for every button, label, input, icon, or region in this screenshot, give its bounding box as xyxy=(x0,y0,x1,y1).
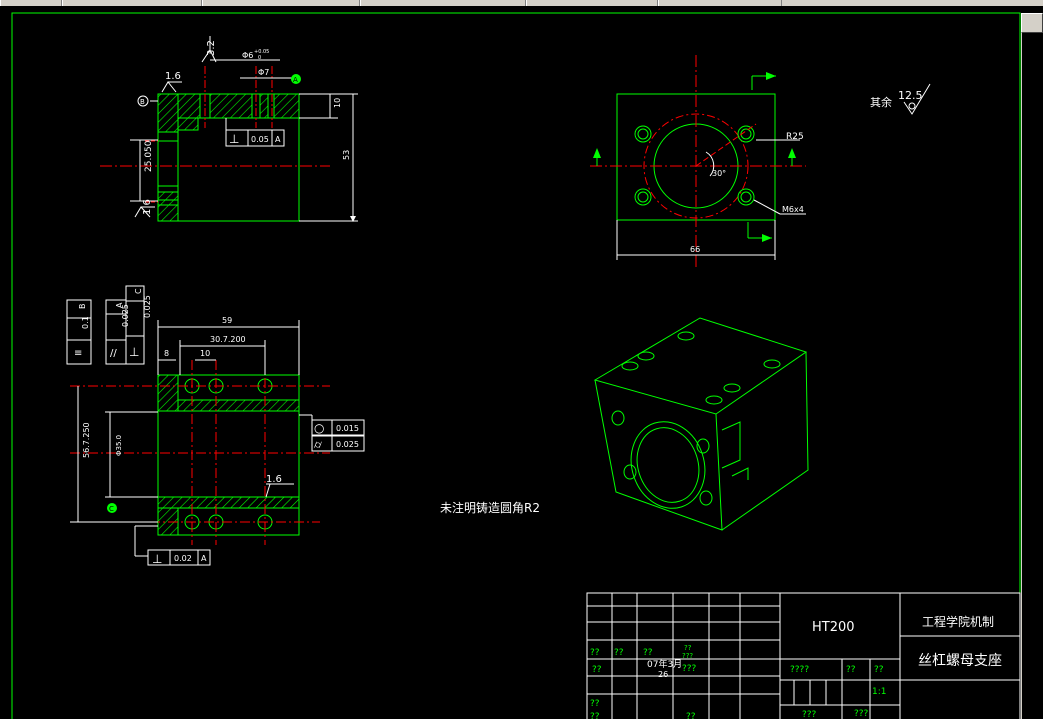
fcf-value: 0.015 xyxy=(336,424,359,433)
front-view: R25 30° M6x4 66 xyxy=(590,55,806,270)
fcf-symbol: ⊥ xyxy=(229,132,239,146)
dim-56-label: 56.7.250 xyxy=(82,422,91,458)
dim-10-label: 10 xyxy=(333,98,342,108)
top-section-view: 1.6 3.2 Φ6 +0.05 0 Φ7 A B 10 53 25.050 1… xyxy=(100,36,358,222)
fcf-symbol: ○ xyxy=(314,421,324,435)
roughness-label: 1.6 xyxy=(266,474,282,485)
roughness-note: 其余 12.5 xyxy=(870,83,931,115)
placeholder-cell: ??? xyxy=(802,710,817,719)
bolt-hole xyxy=(737,125,755,143)
placeholder-cell: ???? xyxy=(790,665,809,675)
placeholder-cell: ?? xyxy=(590,712,600,719)
placeholder-cell: ?? xyxy=(643,648,653,658)
fcf-symbol: ⊥ xyxy=(152,552,162,566)
fcf-value: 0.025 xyxy=(336,440,359,449)
fcf-symbol: ⊥ xyxy=(129,345,139,359)
scroll-track[interactable] xyxy=(1021,33,1043,719)
fcf-datum: A xyxy=(115,302,124,308)
fcf-value: 0.025 xyxy=(143,295,152,318)
roughness-label: 3.2 xyxy=(206,40,217,56)
datum-c-label: C xyxy=(109,505,114,513)
date-label: 07年3月 xyxy=(647,658,682,670)
dim-53-label: 53 xyxy=(342,150,351,160)
dim-phi-label: Φ35.0 xyxy=(115,435,123,456)
dim-30-label: 30.7.200 xyxy=(210,335,246,344)
material-label: HT200 xyxy=(812,620,855,635)
fcf-value: 0.05 xyxy=(251,135,269,144)
fcf-symbol: ≡ xyxy=(74,348,82,359)
placeholder-cell: ?? xyxy=(846,665,856,675)
fcf-datum: B xyxy=(78,304,87,310)
roughness-label: 1.6 xyxy=(142,199,153,215)
fcf-value: 0.02 xyxy=(174,554,192,563)
placeholder-cell: ?? xyxy=(592,665,602,675)
dim-8-label: 8 xyxy=(164,349,169,358)
dim-59-label: 59 xyxy=(222,316,232,325)
placeholder-cell: ?? xyxy=(686,712,696,719)
scale-label: 1:1 xyxy=(872,687,886,697)
dim-25-label: 25.050 xyxy=(144,140,154,172)
fcf-symmetry: ≡ 0.1 B xyxy=(66,299,92,365)
bolt-hole xyxy=(634,125,652,143)
fcf-value: 0.1 xyxy=(81,316,90,329)
placeholder-cell: ?? xyxy=(614,648,624,658)
dim-10-label: 10 xyxy=(200,349,210,358)
roughness-value: 12.5 xyxy=(898,89,923,102)
day-label: 26 xyxy=(658,670,668,679)
other-surfaces-label: 其余 xyxy=(870,95,892,109)
fcf-circularity: ○ 0.015 ⌭ 0.025 xyxy=(311,419,365,452)
placeholder-cell: ?? xyxy=(590,699,600,709)
fillet-note: 未注明铸造圆角R2 xyxy=(440,500,540,515)
dim-66-label: 66 xyxy=(690,245,700,254)
roughness-label: 1.6 xyxy=(165,71,181,82)
hole-tolerance-lower: 0 xyxy=(258,55,261,61)
thread-label: M6x4 xyxy=(782,205,804,214)
placeholder-cell: ??? xyxy=(854,709,869,719)
fcf-datum: A xyxy=(275,135,281,144)
datum-b-label: B xyxy=(140,98,145,106)
datum-a-label: A xyxy=(293,76,298,84)
fcf-datum: A xyxy=(201,554,207,563)
placeholder-cell: ?? xyxy=(874,665,884,675)
vertical-scrollbar[interactable] xyxy=(1021,13,1043,719)
placeholder-cell: ??? xyxy=(682,664,697,674)
bolt-hole xyxy=(634,188,652,206)
hole-dim-label: Φ6 xyxy=(242,51,253,60)
isometric-view xyxy=(593,317,809,531)
school-label: 工程学院机制 xyxy=(922,614,994,629)
radius-label: R25 xyxy=(786,132,804,142)
side-section-view: ≡ 0.1 B // 0.025 A ⊥ 0.025 C ○ 0.015 ⌭ 0… xyxy=(66,285,365,566)
drawing-canvas[interactable]: 1.6 3.2 Φ6 +0.05 0 Φ7 A B 10 53 25.050 1… xyxy=(0,6,1043,719)
fcf-symbol: ⌭ xyxy=(314,438,322,451)
fcf-bottom: ⊥ 0.02 A xyxy=(147,549,211,566)
angle-label: 30° xyxy=(712,169,726,178)
placeholder-cell: ?? xyxy=(590,648,600,658)
fcf-datum: C xyxy=(134,288,143,294)
title-block-text: HT200 工程学院机制 丝杠螺母支座 1:1 07年3月 26 ?? ?? ?… xyxy=(590,614,1002,719)
fcf-symbol: // xyxy=(110,348,117,359)
placeholder-cell: ?? xyxy=(684,644,692,652)
bolt-hole xyxy=(737,188,755,206)
placeholder-cell: ??? xyxy=(682,652,693,660)
part-name-label: 丝杠螺母支座 xyxy=(918,653,1002,669)
hole-tolerance-upper: +0.05 xyxy=(254,49,269,55)
scroll-up-button[interactable] xyxy=(1021,13,1043,33)
dim-phi7-label: Φ7 xyxy=(258,68,269,77)
